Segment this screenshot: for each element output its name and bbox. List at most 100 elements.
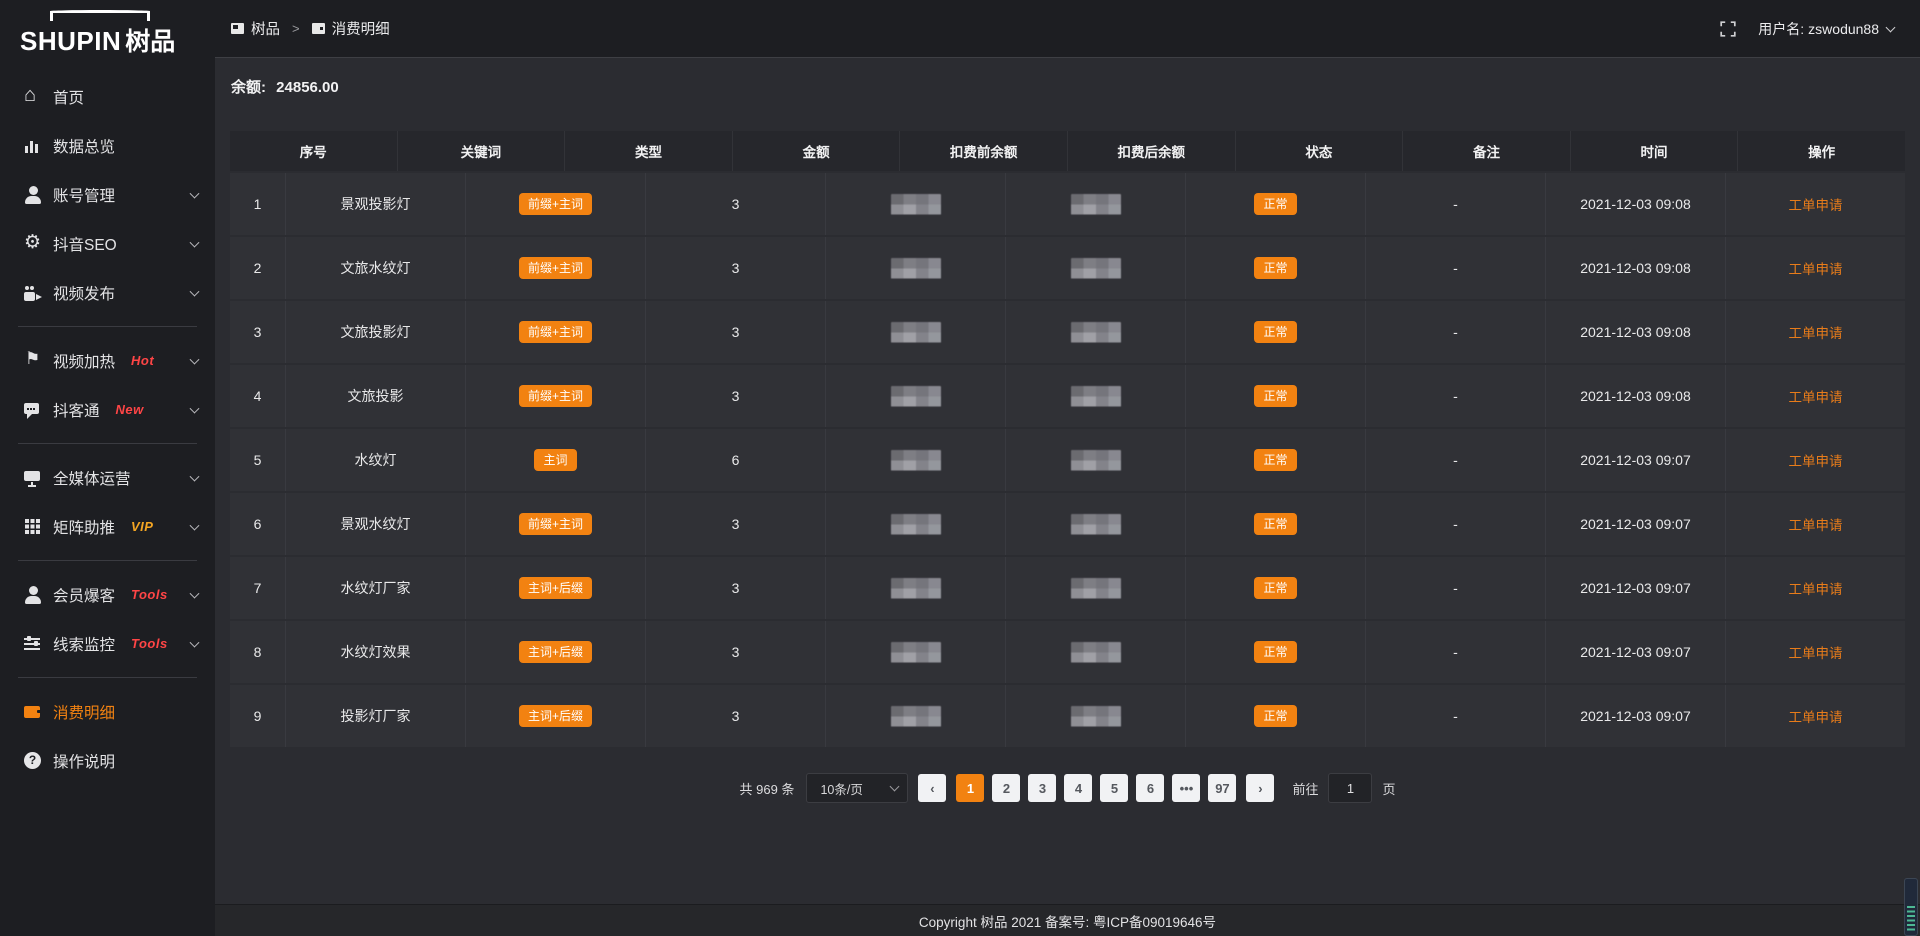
cell-type: 前缀+主词 bbox=[466, 301, 646, 363]
sidebar-item[interactable]: 消费明细 bbox=[0, 687, 215, 736]
menu-label: 首页 bbox=[53, 86, 84, 108]
page-button[interactable]: 2 bbox=[992, 774, 1020, 802]
wallet-icon bbox=[312, 23, 325, 34]
page-button[interactable]: 5 bbox=[1100, 774, 1128, 802]
masked-pre-balance bbox=[891, 706, 941, 727]
cell-keyword: 文旅投影 bbox=[286, 365, 466, 427]
menu-label: 消费明细 bbox=[53, 701, 115, 723]
column-header: 类型 bbox=[565, 131, 733, 171]
ticket-apply-link[interactable]: 工单申请 bbox=[1789, 386, 1843, 406]
masked-post-balance bbox=[1071, 194, 1121, 215]
cell-time: 2021-12-03 09:07 bbox=[1546, 429, 1726, 491]
cell-time: 2021-12-03 09:08 bbox=[1546, 237, 1726, 299]
menu-badge: Tools bbox=[131, 636, 168, 651]
menu-badge: New bbox=[116, 402, 144, 417]
menu-icon bbox=[24, 235, 42, 253]
column-header: 序号 bbox=[230, 131, 398, 171]
sidebar-item[interactable]: 矩阵助推 VIP bbox=[0, 502, 215, 551]
topbar: 树品 > 消费明细 用户名: zswodun88 bbox=[215, 0, 1920, 58]
cell-amount: 3 bbox=[646, 685, 826, 747]
ticket-apply-link[interactable]: 工单申请 bbox=[1789, 514, 1843, 534]
chevron-down-icon bbox=[190, 286, 200, 296]
breadcrumb-item-home[interactable]: 树品 bbox=[231, 18, 280, 39]
masked-pre-balance bbox=[891, 450, 941, 471]
status-badge: 正常 bbox=[1254, 193, 1296, 215]
breadcrumb-item-current[interactable]: 消费明细 bbox=[312, 18, 390, 39]
logo[interactable]: SHUPIN 树品 bbox=[0, 0, 215, 62]
cell-index: 2 bbox=[230, 237, 286, 299]
masked-post-balance bbox=[1071, 386, 1121, 407]
column-header: 关键词 bbox=[398, 131, 566, 171]
page-button[interactable]: 3 bbox=[1028, 774, 1056, 802]
page-button[interactable]: ••• bbox=[1172, 774, 1200, 802]
cell-pre-balance bbox=[826, 493, 1006, 555]
page-button[interactable]: 4 bbox=[1064, 774, 1092, 802]
sidebar-item[interactable]: 抖音SEO bbox=[0, 219, 215, 268]
masked-pre-balance bbox=[891, 578, 941, 599]
total-count: 共 969 条 bbox=[740, 779, 795, 798]
page-button[interactable]: 6 bbox=[1136, 774, 1164, 802]
sidebar-item[interactable]: 账号管理 bbox=[0, 170, 215, 219]
page-size-select[interactable]: 10条/页 bbox=[806, 773, 908, 803]
sidebar-item[interactable]: 数据总览 bbox=[0, 121, 215, 170]
table-row: 2 文旅水纹灯 前缀+主词 3 正常 bbox=[230, 235, 1905, 299]
chevron-down-icon bbox=[190, 637, 200, 647]
type-badge: 前缀+主词 bbox=[519, 193, 592, 215]
logo-arc bbox=[50, 10, 150, 21]
sidebar-item[interactable]: 会员爆客 Tools bbox=[0, 570, 215, 619]
cell-type: 前缀+主词 bbox=[466, 237, 646, 299]
ticket-apply-link[interactable]: 工单申请 bbox=[1789, 578, 1843, 598]
type-badge: 前缀+主词 bbox=[519, 321, 592, 343]
sidebar-item[interactable]: 首页 bbox=[0, 72, 215, 121]
user-dropdown[interactable]: 用户名: zswodun88 bbox=[1758, 19, 1894, 39]
cell-pre-balance bbox=[826, 429, 1006, 491]
table-row: 7 水纹灯厂家 主词+后缀 3 正常 bbox=[230, 555, 1905, 619]
masked-post-balance bbox=[1071, 642, 1121, 663]
ticket-apply-link[interactable]: 工单申请 bbox=[1789, 194, 1843, 214]
prev-page-button[interactable]: ‹ bbox=[918, 774, 946, 802]
goto-page-input[interactable] bbox=[1328, 773, 1372, 803]
menu-label: 操作说明 bbox=[53, 750, 115, 772]
breadcrumb-separator: > bbox=[292, 21, 300, 36]
sidebar-item[interactable]: 操作说明 bbox=[0, 736, 215, 785]
column-header: 状态 bbox=[1236, 131, 1404, 171]
ticket-apply-link[interactable]: 工单申请 bbox=[1789, 642, 1843, 662]
cell-keyword: 投影灯厂家 bbox=[286, 685, 466, 747]
masked-post-balance bbox=[1071, 322, 1121, 343]
type-badge: 主词+后缀 bbox=[519, 641, 592, 663]
ticket-apply-link[interactable]: 工单申请 bbox=[1789, 322, 1843, 342]
next-page-button[interactable]: › bbox=[1246, 774, 1274, 802]
masked-pre-balance bbox=[891, 258, 941, 279]
sidebar-item[interactable]: 视频加热 Hot bbox=[0, 336, 215, 385]
sidebar-item[interactable]: 抖客通 New bbox=[0, 385, 215, 434]
sidebar-item[interactable]: 全媒体运营 bbox=[0, 453, 215, 502]
cell-status: 正常 bbox=[1186, 685, 1366, 747]
cell-note: - bbox=[1366, 301, 1546, 363]
masked-post-balance bbox=[1071, 706, 1121, 727]
cell-note: - bbox=[1366, 365, 1546, 427]
menu-icon bbox=[24, 586, 42, 604]
ticket-apply-link[interactable]: 工单申请 bbox=[1789, 258, 1843, 278]
cell-amount: 6 bbox=[646, 429, 826, 491]
menu-icon bbox=[24, 88, 42, 106]
cell-keyword: 水纹灯 bbox=[286, 429, 466, 491]
menu-divider bbox=[18, 326, 197, 327]
ticket-apply-link[interactable]: 工单申请 bbox=[1789, 450, 1843, 470]
app-icon bbox=[231, 23, 244, 34]
masked-pre-balance bbox=[891, 514, 941, 535]
menu-icon bbox=[24, 752, 42, 770]
sidebar-item[interactable]: 视频发布 bbox=[0, 268, 215, 317]
sidebar-item[interactable]: 线索监控 Tools bbox=[0, 619, 215, 668]
page-button[interactable]: 1 bbox=[956, 774, 984, 802]
consumption-table: 序号 关键词 类型 金额 扣费前余额 扣费后余额 状态 备注 时间 bbox=[230, 131, 1905, 747]
menu-divider bbox=[18, 677, 197, 678]
page-buttons: 1 2 3 4 5 6 ••• 97 bbox=[956, 774, 1236, 802]
column-header: 扣费后余额 bbox=[1068, 131, 1236, 171]
topbar-right: 用户名: zswodun88 bbox=[1720, 19, 1894, 39]
ticket-apply-link[interactable]: 工单申请 bbox=[1789, 706, 1843, 726]
cell-note: - bbox=[1366, 493, 1546, 555]
fullscreen-icon[interactable] bbox=[1720, 21, 1736, 37]
chevron-down-icon bbox=[190, 471, 200, 481]
page-button[interactable]: 97 bbox=[1208, 774, 1236, 802]
cell-action: 工单申请 bbox=[1726, 301, 1905, 363]
